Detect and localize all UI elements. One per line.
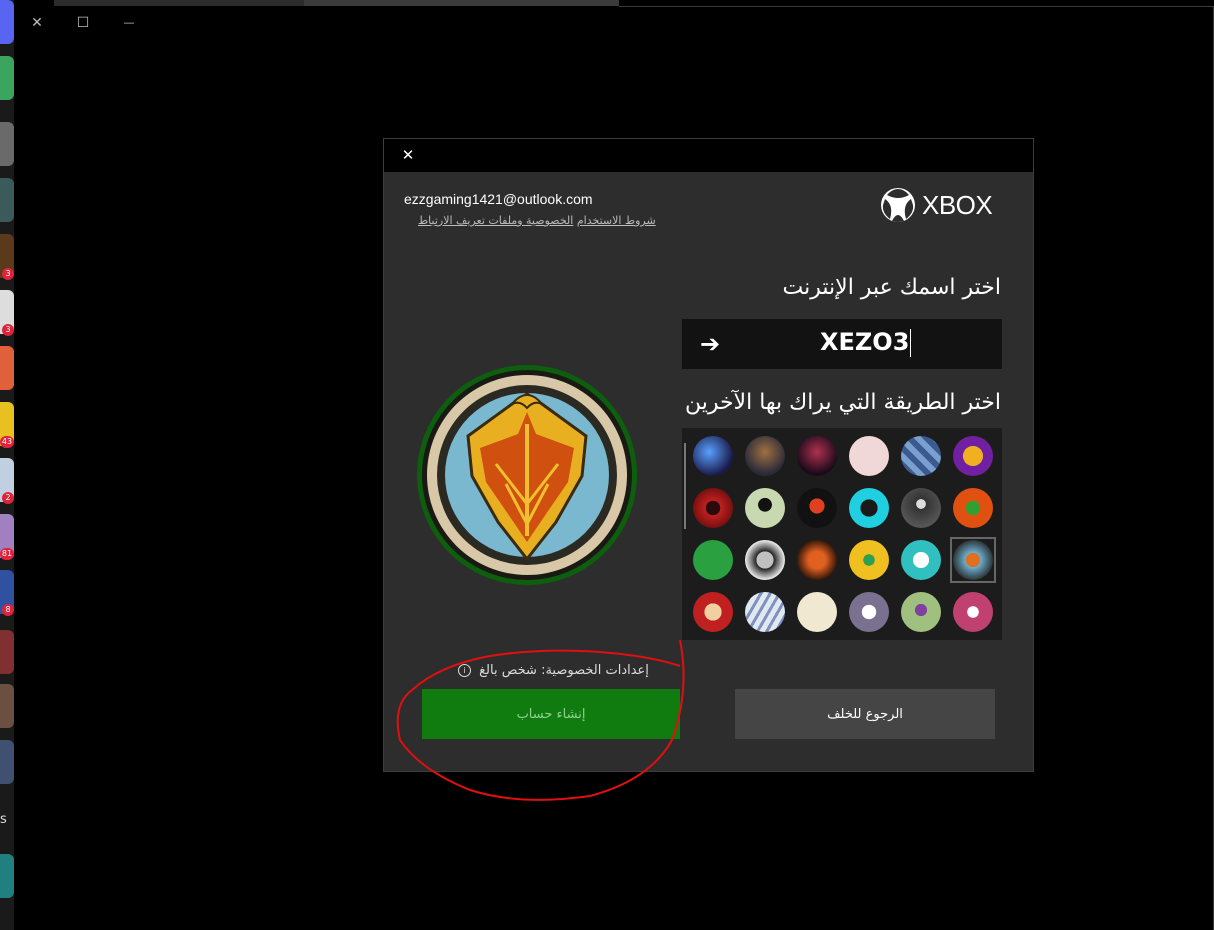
privacy-settings-note[interactable]: إعدادات الخصوصية: شخص بالغ i: [458, 663, 649, 678]
window-minimize-button[interactable]: —: [118, 12, 140, 34]
xbox-signup-dialog: ✕ ezzgaming1421@outlook.com شروط الاستخد…: [383, 138, 1034, 772]
gamertag-input[interactable]: ➔ XEZO3: [682, 319, 1002, 369]
account-email: ezzgaming1421@outlook.com: [404, 191, 593, 207]
dialog-titlebar: ✕: [384, 139, 1033, 172]
server-icon[interactable]: [0, 346, 14, 390]
xbox-logo: XBOX: [880, 187, 993, 223]
tab-strip[interactable]: [304, 0, 619, 6]
xbox-sphere-icon: [881, 188, 915, 222]
terms-link[interactable]: شروط الاستخدام: [577, 214, 656, 227]
server-icon[interactable]: [0, 630, 14, 674]
notification-badge: 8: [2, 604, 14, 616]
taskbar-strip: 3 3 43 2 81 8 s: [0, 0, 14, 930]
privacy-link[interactable]: الخصوصية وملفات تعريف الارتباط: [418, 214, 573, 227]
window-border: [619, 6, 1214, 7]
legal-links: شروط الاستخدام الخصوصية وملفات تعريف الا…: [404, 214, 656, 227]
gamerpic-option[interactable]: [901, 592, 941, 632]
discord-app-icon[interactable]: [0, 0, 14, 44]
back-button[interactable]: الرجوع للخلف: [735, 689, 995, 739]
server-icon[interactable]: [0, 56, 14, 100]
notification-badge: 43: [0, 436, 14, 448]
gamerpic-option[interactable]: [797, 592, 837, 632]
gamerpic-option[interactable]: [745, 592, 785, 632]
info-icon[interactable]: i: [458, 664, 471, 677]
gamerpic-option[interactable]: [953, 488, 993, 528]
dialog-close-button[interactable]: ✕: [398, 145, 418, 165]
gamerpic-option[interactable]: [849, 592, 889, 632]
text-caret: [910, 329, 912, 357]
window-chrome: ✕ ☐ —: [14, 0, 1214, 930]
server-icon[interactable]: [0, 854, 14, 898]
notification-badge: 81: [0, 548, 14, 560]
gamerpic-grid: [682, 428, 1002, 640]
gamerpic-option[interactable]: [953, 436, 993, 476]
gamerpic-option[interactable]: [901, 540, 941, 580]
gamerpic-option[interactable]: [693, 592, 733, 632]
gamerpic-option[interactable]: [901, 436, 941, 476]
gamerpic-option[interactable]: [797, 488, 837, 528]
server-icon[interactable]: [0, 178, 14, 222]
gamerpic-option[interactable]: [849, 436, 889, 476]
gamertag-text: XEZO3: [820, 328, 910, 356]
create-account-button[interactable]: إنشاء حساب: [422, 689, 680, 739]
server-icon[interactable]: [0, 122, 14, 166]
gamerpic-option[interactable]: [849, 488, 889, 528]
server-icon[interactable]: [0, 740, 14, 784]
privacy-note-text: إعدادات الخصوصية: شخص بالغ: [479, 663, 649, 678]
server-initial[interactable]: s: [0, 812, 7, 827]
gamerpic-heading: اختر الطريقة التي يراك بها الآخرين: [684, 390, 1001, 415]
selected-gamerpic-preview: [417, 365, 637, 585]
gamerpic-option[interactable]: [745, 436, 785, 476]
gamerpic-option[interactable]: [797, 436, 837, 476]
notification-badge: 2: [2, 492, 14, 504]
arrow-right-icon[interactable]: ➔: [700, 330, 720, 358]
gamerpic-option[interactable]: [693, 436, 733, 476]
gamerpic-option[interactable]: [849, 540, 889, 580]
gamerpic-option[interactable]: [901, 488, 941, 528]
gamerpic-option-selected[interactable]: [953, 540, 993, 580]
grid-scrollbar[interactable]: [684, 443, 686, 529]
gamerpic-option[interactable]: [745, 488, 785, 528]
gamerpic-option[interactable]: [693, 540, 733, 580]
gamerpic-option[interactable]: [745, 540, 785, 580]
window-maximize-button[interactable]: ☐: [72, 12, 94, 34]
gamerpic-option[interactable]: [953, 592, 993, 632]
gamertag-heading: اختر اسمك عبر الإنترنت: [782, 275, 1001, 300]
window-close-button[interactable]: ✕: [26, 12, 48, 34]
notification-badge: 3: [2, 268, 14, 280]
notification-badge: 3: [2, 324, 14, 336]
server-icon[interactable]: [0, 684, 14, 728]
xbox-wordmark: XBOX: [922, 189, 993, 220]
gamertag-value[interactable]: XEZO3: [820, 328, 912, 357]
gamerpic-option[interactable]: [797, 540, 837, 580]
gamerpic-option[interactable]: [693, 488, 733, 528]
